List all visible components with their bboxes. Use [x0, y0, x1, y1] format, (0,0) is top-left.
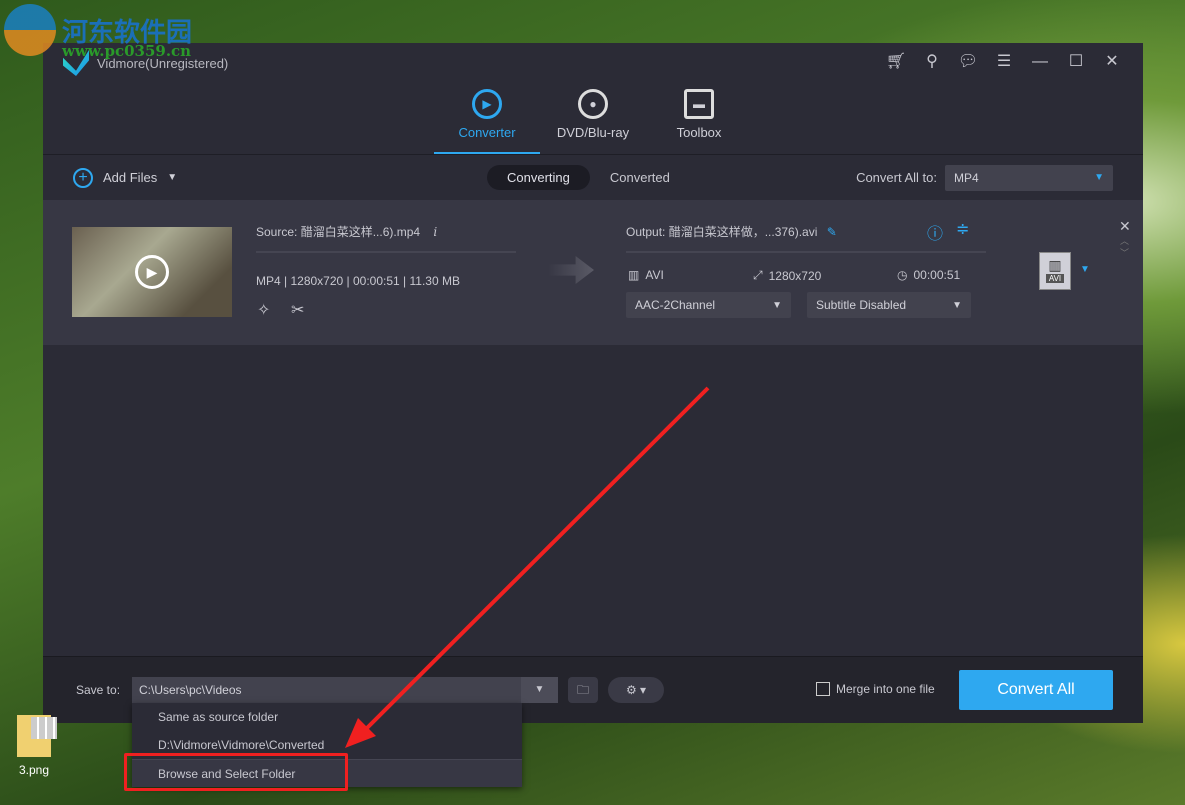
file-item: ▶ Source: 醋溜白菜这样...6).mp4 i MP4 | 1280x7…: [43, 200, 1143, 345]
save-to-label: Save to:: [76, 683, 121, 697]
cart-icon[interactable]: 🛒︎: [885, 51, 907, 73]
converter-icon: ▶: [472, 89, 502, 119]
meta-resolution: 1280x720: [290, 274, 344, 288]
main-nav: ▶ Converter ● DVD/Blu-ray ▬ Toolbox: [43, 83, 1143, 155]
watermark-logo: [4, 4, 56, 56]
maximize-button[interactable]: ☐: [1065, 51, 1087, 73]
annotation-highlight-box: [124, 753, 348, 791]
image-file-icon: [17, 715, 57, 757]
tab-toolbox[interactable]: ▬ Toolbox: [646, 83, 752, 154]
key-icon[interactable]: ⚲: [921, 51, 943, 73]
menu-icon[interactable]: ☰: [993, 51, 1015, 73]
edit-icon[interactable]: ✎: [827, 225, 837, 239]
tab-dvd-bluray[interactable]: ● DVD/Blu-ray: [540, 83, 646, 154]
out-resolution: 1280x720: [768, 268, 822, 283]
move-down-icon[interactable]: ﹀: [1120, 246, 1129, 259]
arrow-right-icon: [548, 256, 594, 284]
minimize-button[interactable]: —: [1029, 51, 1051, 73]
info-icon[interactable]: i: [433, 225, 437, 239]
merge-label: Merge into one file: [836, 682, 935, 696]
compress-icon[interactable]: ≑: [956, 219, 969, 239]
tab-label: DVD/Blu-ray: [556, 125, 630, 140]
out-format: AVI: [645, 268, 664, 282]
tab-label: Toolbox: [676, 125, 722, 140]
settings-button[interactable]: ⚙ ▾: [608, 677, 664, 703]
toolbar: + Add Files ▼ Converting Converted Convert…: [43, 155, 1143, 200]
out-duration: 00:00:51: [913, 268, 961, 282]
watermark-url: www.pc0359.cn: [62, 42, 192, 60]
desktop-file-icon[interactable]: 3.png: [14, 715, 57, 777]
tab-converted[interactable]: Converted: [590, 165, 690, 190]
chevron-down-icon: ▼: [772, 299, 782, 311]
meta-duration: 00:00:51: [353, 274, 400, 288]
gear-icon: ⚙ ▾: [625, 683, 647, 697]
scissors-icon[interactable]: ✂: [291, 300, 304, 320]
app-window: Vidmore(Unregistered) 🛒︎ ⚲ 💬︎ ☰ — ☐ ✕ ▶ C…: [43, 43, 1143, 723]
feedback-icon[interactable]: 💬︎: [957, 51, 979, 73]
audio-track-select[interactable]: AAC-2Channel ▼: [626, 292, 791, 318]
output-name: Output: 醋溜白菜这样做，...376).avi: [626, 225, 818, 239]
folder-icon: 🗀︎: [576, 683, 589, 697]
toolbox-icon: ▬: [684, 89, 714, 119]
convert-all-format-select[interactable]: MP4 ▼: [945, 164, 1113, 191]
merge-checkbox[interactable]: Merge into one file: [816, 682, 935, 696]
disc-icon: ●: [578, 89, 608, 119]
add-files-button[interactable]: + Add Files ▼: [73, 167, 177, 188]
desktop-file-label: 3.png: [18, 763, 50, 777]
format-dropdown-icon[interactable]: ▼: [1080, 264, 1090, 275]
tab-converter[interactable]: ▶ Converter: [434, 83, 540, 154]
format-value: MP4: [954, 170, 979, 185]
open-folder-button[interactable]: 🗀︎: [568, 677, 598, 703]
convert-all-to-label: Convert All to:: [856, 170, 937, 185]
clock-icon: ◷: [897, 268, 908, 282]
checkbox-box[interactable]: [816, 682, 830, 696]
chevron-down-icon: ▼: [1094, 172, 1104, 183]
output-format-button[interactable]: ▥ AVI: [1039, 252, 1071, 290]
source-meta: MP4 | 1280x720 | 00:00:51 | 11.30 MB: [256, 274, 460, 288]
play-icon[interactable]: ▶: [135, 255, 169, 289]
film-icon: ▥: [1048, 257, 1062, 273]
meta-format: MP4: [256, 274, 281, 288]
menu-item-same-as-source[interactable]: Same as source folder: [132, 703, 522, 731]
subtitle-select[interactable]: Subtitle Disabled ▼: [807, 292, 971, 318]
subtitle-value: Subtitle Disabled: [816, 298, 907, 312]
info-circle-icon[interactable]: ⓘ: [927, 220, 943, 244]
resize-icon: ⤢: [753, 268, 763, 282]
source-name: Source: 醋溜白菜这样...6).mp4: [256, 225, 421, 239]
film-icon: ▥: [628, 268, 640, 282]
video-thumbnail[interactable]: ▶: [72, 227, 232, 317]
close-button[interactable]: ✕: [1101, 51, 1123, 73]
convert-all-button[interactable]: Convert All: [959, 670, 1113, 710]
save-path-field[interactable]: C:\Users\pc\Videos: [132, 677, 558, 703]
save-path-dropdown-button[interactable]: ▼: [521, 677, 558, 703]
tab-label: Converter: [458, 125, 516, 140]
plus-icon: +: [73, 167, 93, 188]
chevron-down-icon: ▼: [952, 299, 962, 311]
enhance-icon[interactable]: ✧: [257, 300, 270, 320]
tab-converting[interactable]: Converting: [487, 165, 590, 190]
meta-size: 11.30 MB: [409, 274, 460, 288]
remove-item-icon[interactable]: ✕: [1119, 218, 1131, 235]
audio-value: AAC-2Channel: [635, 298, 716, 312]
chevron-down-icon[interactable]: ▼: [167, 172, 177, 183]
title-bar: Vidmore(Unregistered) 🛒︎ ⚲ 💬︎ ☰ — ☐ ✕: [43, 43, 1143, 83]
format-badge: AVI: [1045, 274, 1065, 283]
add-files-label: Add Files: [103, 170, 158, 185]
